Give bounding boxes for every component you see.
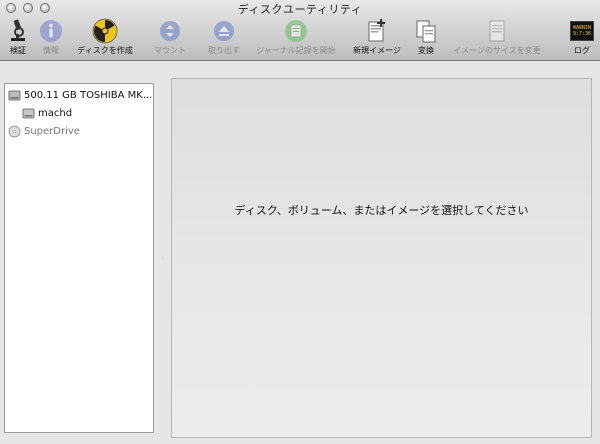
convert-icon [413,18,439,44]
optical-drive-icon [8,125,21,138]
superdrive-label: SuperDrive [24,125,80,137]
mount-icon [157,18,183,44]
resize-image-button[interactable]: イメージのサイズを変更 [446,18,548,58]
new-image-button[interactable]: 新規イメージ [348,18,406,58]
verify-label: 検証 [10,46,26,55]
log-label: ログ [574,46,590,55]
log-icon: WARNIN 9:7:36 [569,18,595,44]
enable-journaling-button[interactable]: ジャーナル記録を開始 [250,18,342,58]
sidebar-item-superdrive[interactable]: SuperDrive [8,123,80,139]
info-button[interactable]: 情報 [38,18,64,58]
volume-icon [22,107,35,120]
info-label: 情報 [43,46,59,55]
verify-button[interactable]: 検証 [4,18,32,58]
hard-disk-icon [8,89,21,102]
mount-button[interactable]: マウント [150,18,190,58]
detail-pane: ディスク、ボリューム、またはイメージを選択してください [171,78,592,438]
volume-label: machd [38,107,73,119]
device-sidebar: 500.11 GB TOSHIBA MK... machd SuperDrive [4,83,154,433]
log-icon-text-2: 9:7:36 [572,31,592,37]
eject-button[interactable]: 取り出す [204,18,244,58]
enable-journaling-label: ジャーナル記録を開始 [256,46,336,55]
convert-button[interactable]: 変換 [412,18,440,58]
mount-label: マウント [154,46,186,55]
window-title: ディスクユーティリティ [237,3,363,16]
info-icon [38,18,64,44]
select-prompt: ディスク、ボリューム、またはイメージを選択してください [234,204,529,217]
journal-icon [283,18,309,44]
microscope-icon [5,18,31,44]
resize-image-icon [484,18,510,44]
disk-utility-window: ディスクユーティリティ 検証 情報 ディスクを作成 マウント 取り出す ジャーナ… [0,0,600,444]
convert-label: 変換 [418,46,434,55]
title-toolbar: ディスクユーティリティ 検証 情報 ディスクを作成 マウント 取り出す ジャーナ… [0,0,600,61]
burn-icon [92,18,118,44]
eject-label: 取り出す [208,46,240,55]
burn-label: ディスクを作成 [77,46,133,55]
sidebar-item-volume[interactable]: machd [22,105,72,121]
new-image-label: 新規イメージ [353,46,401,55]
sidebar-item-disk[interactable]: 500.11 GB TOSHIBA MK... [8,87,152,103]
resize-image-label: イメージのサイズを変更 [453,46,541,55]
log-button[interactable]: WARNIN 9:7:36 ログ [568,18,596,58]
toolbar: 検証 情報 ディスクを作成 マウント 取り出す ジャーナル記録を開始 新規イメー… [0,18,600,58]
new-image-icon [364,18,390,44]
disk-label: 500.11 GB TOSHIBA MK... [24,89,153,101]
split-view-handle[interactable]: ⋅ [162,255,165,262]
eject-icon [211,18,237,44]
burn-button[interactable]: ディスクを作成 [72,18,138,58]
